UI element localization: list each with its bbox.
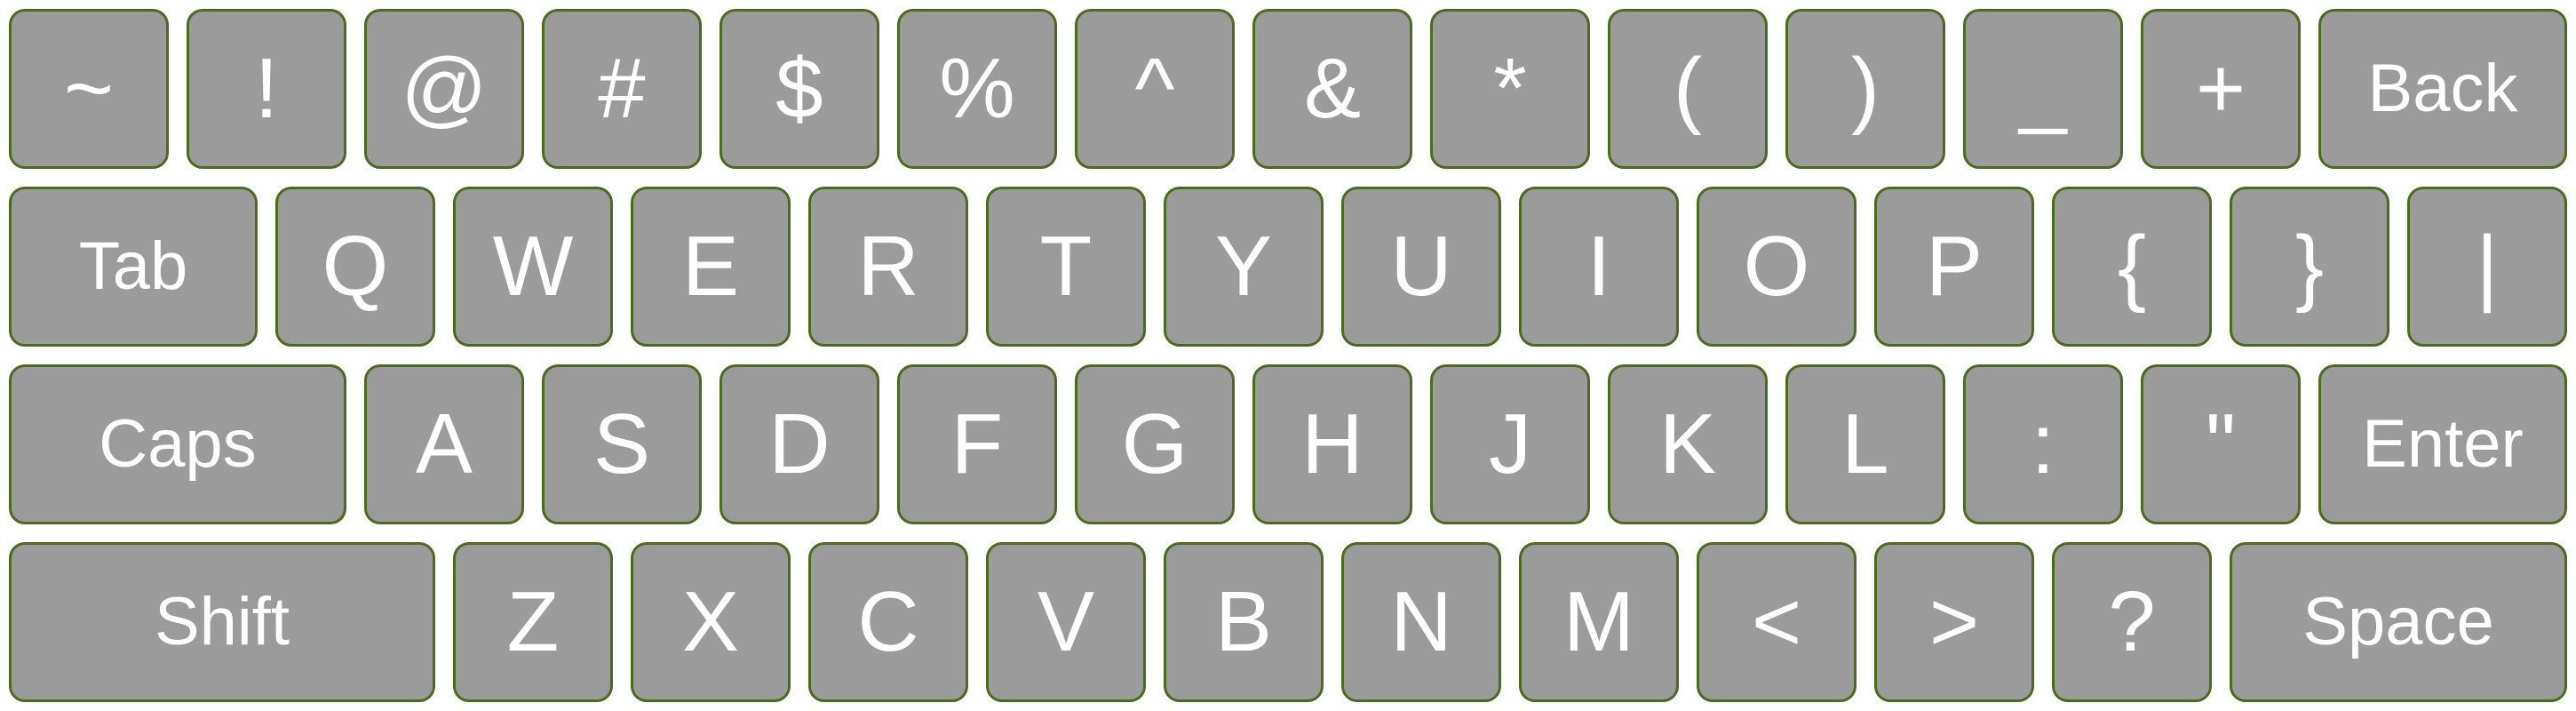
keyboard-row-4: Shift Z X C V B N M < >? Space [0, 542, 2576, 702]
key-exclamation[interactable]: ! [187, 9, 346, 169]
keyboard-row-3: Caps A S D F G H J K L: " Enter [0, 364, 2576, 524]
key-q[interactable]: Q [275, 187, 435, 347]
key-asterisk[interactable]: * [1430, 9, 1590, 169]
key-v[interactable]: V [986, 542, 1146, 702]
key-colon[interactable]: : [1963, 364, 2123, 524]
keyboard-row-2: Tab Q W E R T Y U I O P{} | [0, 187, 2576, 347]
key-h[interactable]: H [1252, 364, 1412, 524]
key-quote[interactable]: " [2141, 364, 2301, 524]
key-left-brace[interactable]: { [2052, 187, 2212, 347]
key-r[interactable]: R [808, 187, 968, 347]
key-shift[interactable]: Shift [9, 542, 435, 702]
key-s[interactable]: S [542, 364, 702, 524]
key-o[interactable]: O [1697, 187, 1856, 347]
key-a[interactable]: A [364, 364, 524, 524]
key-c[interactable]: C [808, 542, 968, 702]
key-question[interactable]: ? [2052, 542, 2212, 702]
key-tab[interactable]: Tab [9, 187, 258, 347]
key-caps[interactable]: Caps [9, 364, 346, 524]
key-left-paren[interactable]: ( [1608, 9, 1768, 169]
key-m[interactable]: M [1519, 542, 1679, 702]
key-i[interactable]: I [1519, 187, 1679, 347]
keyboard-row-1: ~! @ # $% ^ & *() _ + Back [0, 9, 2576, 169]
key-j[interactable]: J [1430, 364, 1590, 524]
key-right-brace[interactable]: } [2230, 187, 2389, 347]
key-plus[interactable]: + [2141, 9, 2301, 169]
key-back[interactable]: Back [2318, 9, 2567, 169]
key-g[interactable]: G [1075, 364, 1235, 524]
key-hash[interactable]: # [542, 9, 702, 169]
key-e[interactable]: E [631, 187, 791, 347]
key-l[interactable]: L [1785, 364, 1945, 524]
on-screen-keyboard: ~! @ # $% ^ & *() _ + Back Tab Q W E R T Y U I O P{} | Caps A S D… [0, 0, 2576, 711]
key-n[interactable]: N [1341, 542, 1501, 702]
key-enter[interactable]: Enter [2318, 364, 2567, 524]
key-b[interactable]: B [1164, 542, 1324, 702]
key-dollar[interactable]: $ [720, 9, 879, 169]
key-y[interactable]: Y [1164, 187, 1324, 347]
key-less-than[interactable]: < [1697, 542, 1856, 702]
key-x[interactable]: X [631, 542, 791, 702]
key-ampersand[interactable]: & [1252, 9, 1412, 169]
key-u[interactable]: U [1341, 187, 1501, 347]
key-t[interactable]: T [986, 187, 1146, 347]
key-greater-than[interactable]: > [1874, 542, 2034, 702]
key-tilde[interactable]: ~ [9, 9, 169, 169]
key-d[interactable]: D [720, 364, 879, 524]
key-underscore[interactable]: _ [1963, 9, 2123, 169]
key-at[interactable]: @ [364, 9, 524, 169]
key-space[interactable]: Space [2230, 542, 2567, 702]
key-pipe[interactable]: | [2407, 187, 2567, 347]
key-k[interactable]: K [1608, 364, 1768, 524]
key-right-paren[interactable]: ) [1785, 9, 1945, 169]
key-z[interactable]: Z [453, 542, 613, 702]
key-p[interactable]: P [1874, 187, 2034, 347]
key-caret[interactable]: ^ [1075, 9, 1235, 169]
key-w[interactable]: W [453, 187, 613, 347]
key-f[interactable]: F [897, 364, 1057, 524]
key-percent[interactable]: % [897, 9, 1057, 169]
